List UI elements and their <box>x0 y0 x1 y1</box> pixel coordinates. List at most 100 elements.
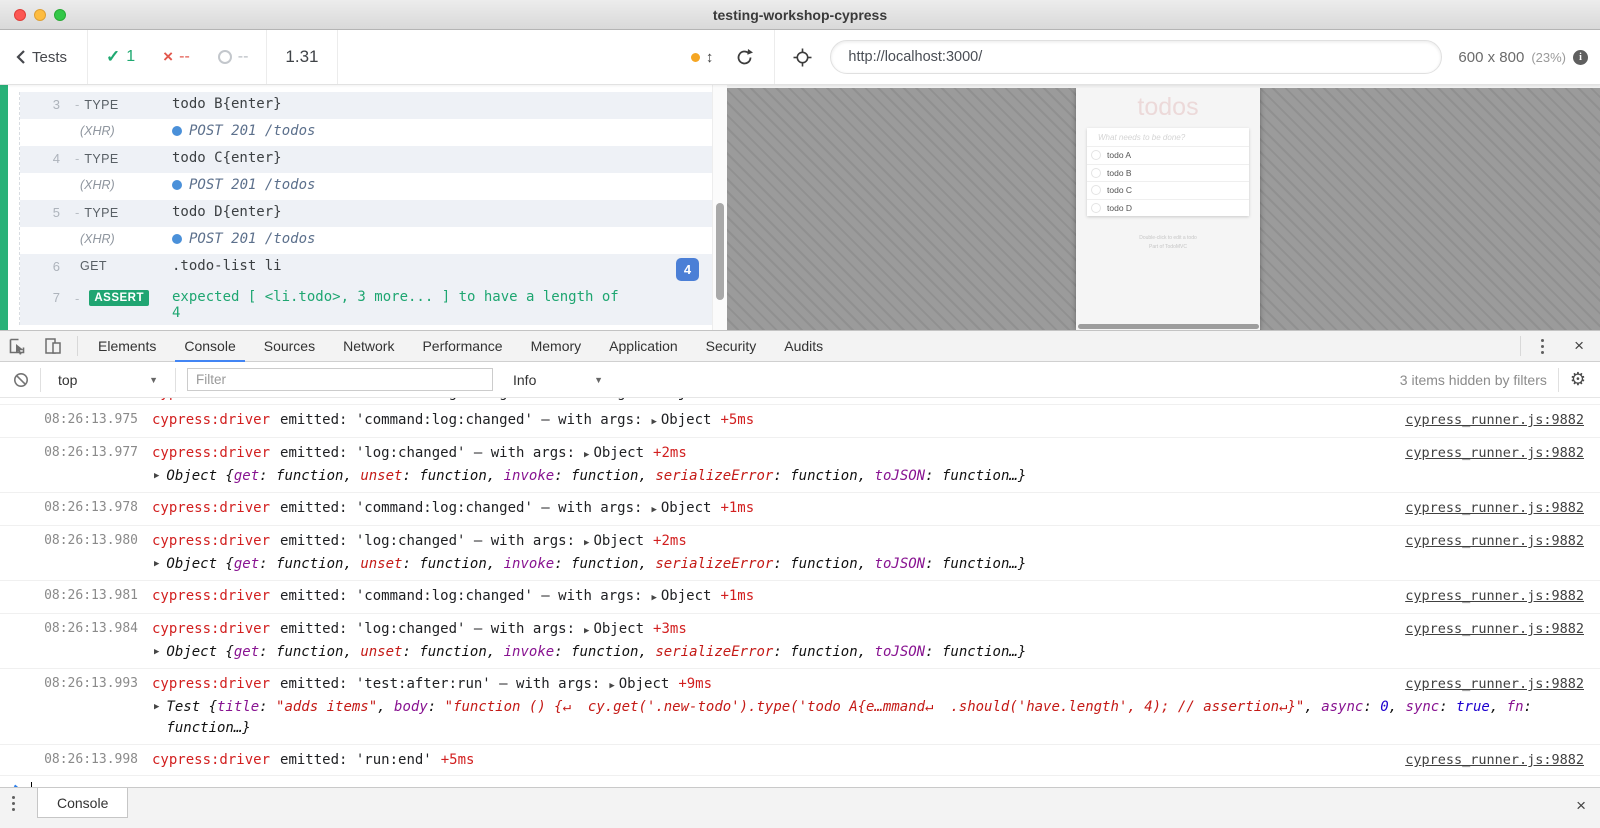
chevron-down-icon: ▼ <box>594 375 603 385</box>
object-label[interactable]: Object <box>619 676 670 692</box>
tab-sources[interactable]: Sources <box>250 331 329 361</box>
log-delta: +5ms <box>720 398 754 401</box>
log-timestamp: 08:26:13.981 <box>0 586 138 606</box>
yellow-dot-icon <box>691 53 700 62</box>
object-label[interactable]: Object <box>661 398 712 401</box>
expand-triangle-icon[interactable]: ▶ <box>609 681 614 691</box>
expand-triangle-icon[interactable]: ▶ <box>154 642 159 663</box>
todo-toggle-circle-icon[interactable] <box>1091 168 1101 178</box>
expand-triangle-icon[interactable]: ▶ <box>584 450 589 460</box>
tab-application[interactable]: Application <box>595 331 692 361</box>
console-settings-button[interactable]: ⚙ <box>1570 369 1586 390</box>
object-label[interactable]: Object <box>593 621 644 637</box>
expand-triangle-icon[interactable]: ▶ <box>651 398 656 400</box>
expand-triangle-icon[interactable]: ▶ <box>154 697 159 739</box>
command-row[interactable]: 6 GET .todo-list li 4 <box>20 254 727 285</box>
expand-triangle-icon[interactable]: ▶ <box>154 466 159 487</box>
source-link[interactable]: cypress_runner.js:9882 <box>1405 750 1584 770</box>
command-row[interactable]: 3 - TYPE todo B{enter} <box>20 92 727 119</box>
tab-security[interactable]: Security <box>692 331 771 361</box>
source-link[interactable]: cypress_runner.js:9882 <box>1405 443 1584 463</box>
log-delta: +5ms <box>720 412 754 428</box>
log-message: emitted: 'log:changed' – with args: <box>280 533 575 549</box>
command-number <box>20 231 60 232</box>
zoom-window-button[interactable] <box>54 9 66 21</box>
devtools-close-button[interactable]: × <box>1558 336 1600 356</box>
object-label[interactable]: Object <box>661 588 712 604</box>
new-todo-input[interactable]: What needs to be done? <box>1087 128 1249 146</box>
drawer-tab-console[interactable]: Console <box>37 788 128 818</box>
minimize-window-button[interactable] <box>34 9 46 21</box>
todo-item[interactable]: todo C <box>1087 181 1249 199</box>
todo-toggle-circle-icon[interactable] <box>1091 203 1101 213</box>
tab-elements[interactable]: Elements <box>84 331 170 361</box>
object-label[interactable]: Object <box>593 445 644 461</box>
drawer-menu-button[interactable] <box>0 796 27 811</box>
source-link[interactable]: cypress_runner.js:9882 <box>1405 674 1584 694</box>
console-filter-input[interactable] <box>187 368 493 391</box>
command-message: POST 201 /todos <box>189 123 315 139</box>
source-link[interactable]: cypress_runner.js:9882 <box>1405 498 1584 518</box>
object-label[interactable]: Object <box>661 500 712 516</box>
object-label[interactable]: Object <box>593 533 644 549</box>
source-link[interactable]: cypress_runner.js:9882 <box>1405 531 1584 551</box>
command-row[interactable]: 4 - TYPE todo C{enter} <box>20 146 727 173</box>
tab-memory[interactable]: Memory <box>517 331 596 361</box>
command-log-scrollbar[interactable] <box>712 85 727 330</box>
todo-toggle-circle-icon[interactable] <box>1091 150 1101 160</box>
log-delta: +9ms <box>678 676 712 692</box>
source-link[interactable]: cypress_runner.js:9882 <box>1405 410 1584 430</box>
command-row[interactable]: 7 - ASSERT expected [ <li.todo>, 3 more.… <box>20 285 727 325</box>
child-command-dash: - <box>75 151 79 166</box>
url-address-field[interactable]: http://localhost:3000/ <box>830 40 1442 74</box>
todo-item[interactable]: todo B <box>1087 164 1249 182</box>
tab-audits[interactable]: Audits <box>770 331 837 361</box>
todo-item[interactable]: todo A <box>1087 146 1249 164</box>
xhr-dot-icon <box>172 126 182 136</box>
clear-console-button[interactable] <box>13 372 29 388</box>
viewport-info: 600 x 800 (23%) i <box>1458 49 1588 66</box>
expand-triangle-icon[interactable]: ▶ <box>651 505 656 515</box>
console-prompt[interactable] <box>0 776 1600 787</box>
command-row[interactable]: (XHR) POST 201 /todos <box>20 173 727 200</box>
tab-console[interactable]: Console <box>170 331 249 361</box>
source-link[interactable]: cypress_runner.js:9882 <box>1405 586 1584 606</box>
source-link[interactable]: cypress_runner.js:9882 <box>1405 619 1584 639</box>
scrollbar-thumb[interactable] <box>716 203 724 300</box>
command-row[interactable]: (XHR) POST 201 /todos <box>20 227 727 254</box>
tab-network[interactable]: Network <box>329 331 408 361</box>
failed-count: × -- <box>163 47 190 67</box>
up-down-arrows-icon: ↕ <box>706 49 714 66</box>
tab-performance[interactable]: Performance <box>408 331 516 361</box>
expand-triangle-icon[interactable]: ▶ <box>584 538 589 548</box>
devtools-menu-button[interactable] <box>1527 339 1558 354</box>
preview-horizontal-scrollbar-thumb[interactable] <box>1078 324 1259 329</box>
device-toolbar-button[interactable] <box>35 331 71 361</box>
log-timestamp: 08:26:13.993 <box>0 674 138 694</box>
todo-item[interactable]: todo D <box>1087 199 1249 217</box>
todo-label: todo B <box>1107 168 1132 178</box>
expand-triangle-icon[interactable]: ▶ <box>651 593 656 603</box>
drawer-close-button[interactable]: × <box>1576 796 1586 816</box>
inspect-element-button[interactable] <box>0 331 35 361</box>
command-row[interactable]: (XHR) POST 201 /todos <box>20 119 727 146</box>
info-icon[interactable]: i <box>1573 50 1588 65</box>
command-row[interactable]: 5 - TYPE todo D{enter} <box>20 200 727 227</box>
refresh-button[interactable] <box>735 48 754 67</box>
expand-triangle-icon[interactable]: ▶ <box>584 626 589 636</box>
check-icon: ✓ <box>106 47 120 67</box>
todo-label: todo C <box>1107 185 1132 195</box>
object-label[interactable]: Object <box>661 412 712 428</box>
log-level-selector[interactable]: Info ▼ <box>507 372 609 388</box>
viewport-scale-indicator[interactable]: ↕ <box>691 49 714 66</box>
execution-context-selector[interactable]: top ▼ <box>52 372 164 388</box>
todo-toggle-circle-icon[interactable] <box>1091 185 1101 195</box>
selector-playground-button[interactable] <box>775 48 830 67</box>
expand-triangle-icon[interactable]: ▶ <box>154 554 159 575</box>
close-window-button[interactable] <box>14 9 26 21</box>
expand-triangle-icon[interactable]: ▶ <box>651 417 656 427</box>
back-to-tests-button[interactable]: Tests <box>0 30 87 84</box>
command-message-wrapped: 4 <box>172 305 727 321</box>
titlebar: testing-workshop-cypress <box>0 0 1600 30</box>
divider <box>1520 336 1521 356</box>
